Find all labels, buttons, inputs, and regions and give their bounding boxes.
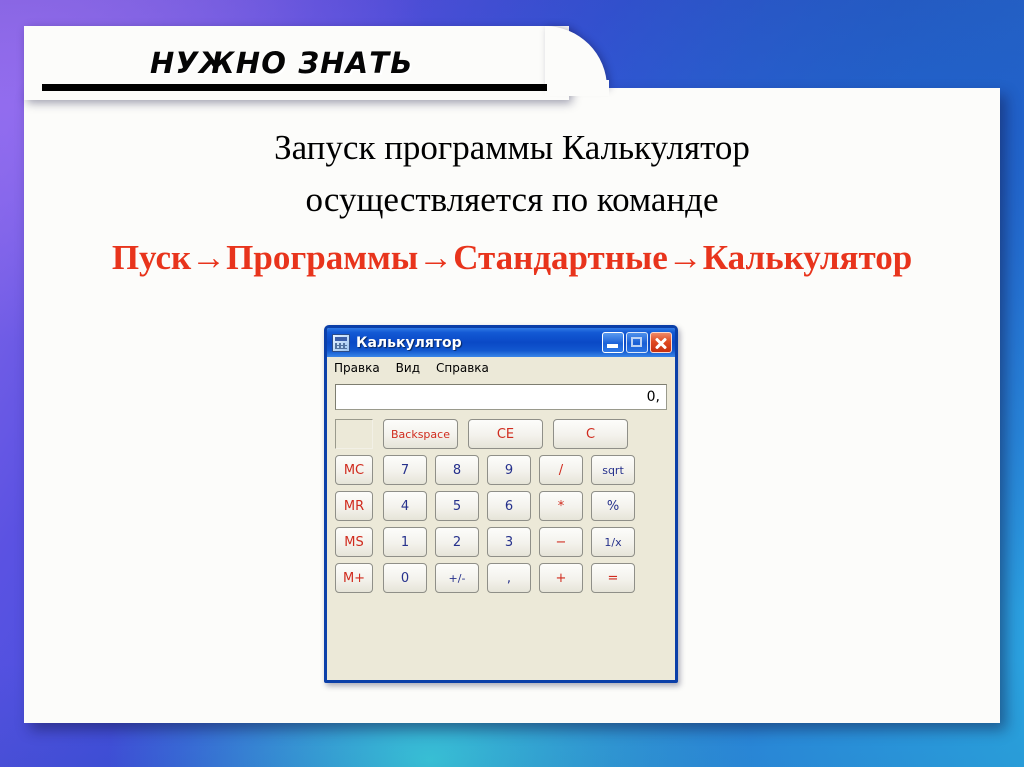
calculator-display[interactable]: 0, [335, 384, 667, 410]
memory-indicator [335, 419, 373, 449]
body-line-1: Запуск программы Калькулятор [274, 128, 750, 167]
memory-recall-button[interactable]: MR [335, 491, 373, 521]
digit-1-button[interactable]: 1 [383, 527, 427, 557]
close-button[interactable] [650, 332, 672, 353]
menu-item-help[interactable]: Справка [436, 361, 489, 375]
calculator-row-3: MS 1 2 3 − 1/x [335, 527, 667, 557]
equals-button[interactable]: = [591, 563, 635, 593]
digit-4-button[interactable]: 4 [383, 491, 427, 521]
memory-add-button[interactable]: M+ [335, 563, 373, 593]
digit-6-button[interactable]: 6 [487, 491, 531, 521]
calculator-icon [332, 333, 350, 352]
multiply-button[interactable]: * [539, 491, 583, 521]
backspace-button[interactable]: Backspace [383, 419, 458, 449]
title-tab-corner-fill [545, 80, 609, 96]
clear-button[interactable]: C [553, 419, 628, 449]
calculator-body: 0, Backspace CE C MC 7 8 9 / sqrt MR 4 5… [327, 379, 675, 607]
calculator-menubar: Правка Вид Справка [327, 357, 675, 379]
calculator-row-1: MC 7 8 9 / sqrt [335, 455, 667, 485]
reciprocal-button[interactable]: 1/x [591, 527, 635, 557]
digit-9-button[interactable]: 9 [487, 455, 531, 485]
sign-toggle-button[interactable]: +/- [435, 563, 479, 593]
body-line-2: осуществляется по команде [305, 180, 719, 219]
minimize-button[interactable] [602, 332, 624, 353]
digit-3-button[interactable]: 3 [487, 527, 531, 557]
page-title: НУЖНО ЗНАТЬ [150, 46, 414, 80]
calculator-row-top: Backspace CE C [335, 419, 667, 449]
calculator-window: Калькулятор Правка Вид Справка 0, Backsp… [324, 325, 678, 683]
body-text-block: Запуск программы Калькулятор осуществляе… [24, 122, 1000, 286]
menu-path-line: Пуск→Программы→Стандартные→Калькулятор [111, 238, 913, 277]
decimal-separator-button[interactable]: , [487, 563, 531, 593]
digit-2-button[interactable]: 2 [435, 527, 479, 557]
slide-canvas: НУЖНО ЗНАТЬ Запуск программы Калькулятор… [0, 0, 1024, 767]
digit-8-button[interactable]: 8 [435, 455, 479, 485]
subtract-button[interactable]: − [539, 527, 583, 557]
add-button[interactable]: + [539, 563, 583, 593]
title-underline-rule [42, 84, 547, 91]
digit-0-button[interactable]: 0 [383, 563, 427, 593]
calculator-titlebar[interactable]: Калькулятор [327, 328, 675, 357]
memory-clear-button[interactable]: MC [335, 455, 373, 485]
percent-button[interactable]: % [591, 491, 635, 521]
digit-5-button[interactable]: 5 [435, 491, 479, 521]
divide-button[interactable]: / [539, 455, 583, 485]
calculator-title-label: Калькулятор [356, 334, 462, 351]
menu-item-edit[interactable]: Правка [334, 361, 380, 375]
clear-entry-button[interactable]: CE [468, 419, 543, 449]
maximize-button[interactable] [626, 332, 648, 353]
calculator-row-2: MR 4 5 6 * % [335, 491, 667, 521]
calculator-row-4: M+ 0 +/- , + = [335, 563, 667, 593]
title-tab-corner-curve [545, 26, 607, 88]
sqrt-button[interactable]: sqrt [591, 455, 635, 485]
memory-store-button[interactable]: MS [335, 527, 373, 557]
digit-7-button[interactable]: 7 [383, 455, 427, 485]
menu-item-view[interactable]: Вид [396, 361, 420, 375]
